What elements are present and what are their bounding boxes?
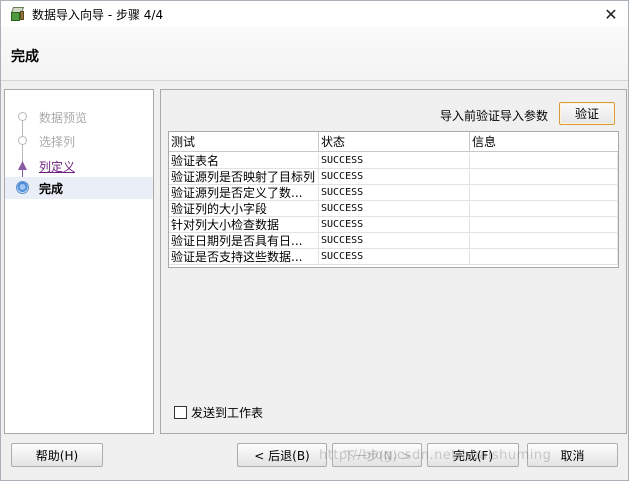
send-to-sheet-option[interactable]: 发送到工作表 xyxy=(174,404,263,421)
table-row[interactable]: 针对列大小检查数据 SUCCESS xyxy=(169,217,618,233)
validation-table: 测试 状态 信息 验证表名 SUCCESS 验证源列是否映射了目标列 SUCCE… xyxy=(168,131,619,268)
cell-info xyxy=(470,217,618,232)
cell-test: 验证源列是否映射了目标列 xyxy=(169,169,319,184)
table-header: 测试 状态 信息 xyxy=(169,132,618,152)
table-body: 验证表名 SUCCESS 验证源列是否映射了目标列 SUCCESS 验证源列是否… xyxy=(169,153,618,265)
verify-button[interactable]: 验证 xyxy=(559,102,615,125)
cell-status: SUCCESS xyxy=(319,233,470,248)
step-column-definition[interactable]: 列定义 xyxy=(5,155,153,177)
back-button[interactable]: < 后退(B) xyxy=(237,443,327,467)
cell-status: SUCCESS xyxy=(319,217,470,232)
send-to-sheet-checkbox[interactable] xyxy=(174,406,187,419)
column-header-info[interactable]: 信息 xyxy=(470,132,618,152)
help-button[interactable]: 帮助(H) xyxy=(11,443,103,467)
cell-info xyxy=(470,185,618,200)
send-to-sheet-label: 发送到工作表 xyxy=(191,406,264,420)
table-row[interactable]: 验证源列是否映射了目标列 SUCCESS xyxy=(169,169,618,185)
cell-test: 验证表名 xyxy=(169,153,319,168)
close-icon[interactable]: ✕ xyxy=(594,1,628,27)
cell-info xyxy=(470,153,618,168)
step-visited-icon xyxy=(18,161,27,170)
step-dot-icon xyxy=(18,136,27,145)
wizard-header: 完成 xyxy=(1,27,628,81)
column-header-status[interactable]: 状态 xyxy=(319,132,470,152)
cell-info xyxy=(470,233,618,248)
cell-test: 验证源列是否定义了数... xyxy=(169,185,319,200)
step-label: 选择列 xyxy=(39,134,76,149)
table-row[interactable]: 验证日期列是否具有日... SUCCESS xyxy=(169,233,618,249)
main-panel: 导入前验证导入参数 验证 测试 状态 信息 验证表名 SUCCESS 验证源列是… xyxy=(160,89,627,434)
cell-status: SUCCESS xyxy=(319,153,470,168)
step-label: 数据预览 xyxy=(39,110,88,125)
cell-status: SUCCESS xyxy=(319,169,470,184)
step-finish[interactable]: 完成 xyxy=(5,177,153,199)
title-bar: 数据导入向导 - 步骤 4/4 ✕ xyxy=(1,1,628,27)
cell-test: 验证日期列是否具有日... xyxy=(169,233,319,248)
step-label: 完成 xyxy=(39,181,64,196)
table-row[interactable]: 验证源列是否定义了数... SUCCESS xyxy=(169,185,618,201)
page-title: 完成 xyxy=(11,49,39,65)
wizard-window: 数据导入向导 - 步骤 4/4 ✕ 完成 数据预览 选择列 列定义 完成 导入前… xyxy=(0,0,629,481)
table-row[interactable]: 验证表名 SUCCESS xyxy=(169,153,618,169)
verify-label: 导入前验证导入参数 xyxy=(440,109,549,123)
step-data-preview: 数据预览 xyxy=(5,106,153,128)
step-current-icon xyxy=(16,181,29,194)
column-header-test[interactable]: 测试 xyxy=(169,132,319,152)
cell-status: SUCCESS xyxy=(319,249,470,264)
cell-test: 针对列大小检查数据 xyxy=(169,217,319,232)
cell-test: 验证是否支持这些数据... xyxy=(169,249,319,264)
table-row[interactable]: 验证列的大小字段 SUCCESS xyxy=(169,201,618,217)
cell-info xyxy=(470,201,618,216)
cell-status: SUCCESS xyxy=(319,185,470,200)
table-row[interactable]: 验证是否支持这些数据... SUCCESS xyxy=(169,249,618,265)
cell-info xyxy=(470,169,618,184)
window-title: 数据导入向导 - 步骤 4/4 xyxy=(32,7,164,22)
step-label[interactable]: 列定义 xyxy=(39,158,75,175)
app-icon xyxy=(10,6,26,22)
cell-test: 验证列的大小字段 xyxy=(169,201,319,216)
cell-status: SUCCESS xyxy=(319,201,470,216)
step-select-columns: 选择列 xyxy=(5,130,153,152)
watermark-text: http://blog.csdn.net/huaishuming xyxy=(319,448,552,463)
cell-info xyxy=(470,249,618,264)
step-dot-icon xyxy=(18,112,27,121)
step-navigation: 数据预览 选择列 列定义 完成 xyxy=(4,89,154,434)
